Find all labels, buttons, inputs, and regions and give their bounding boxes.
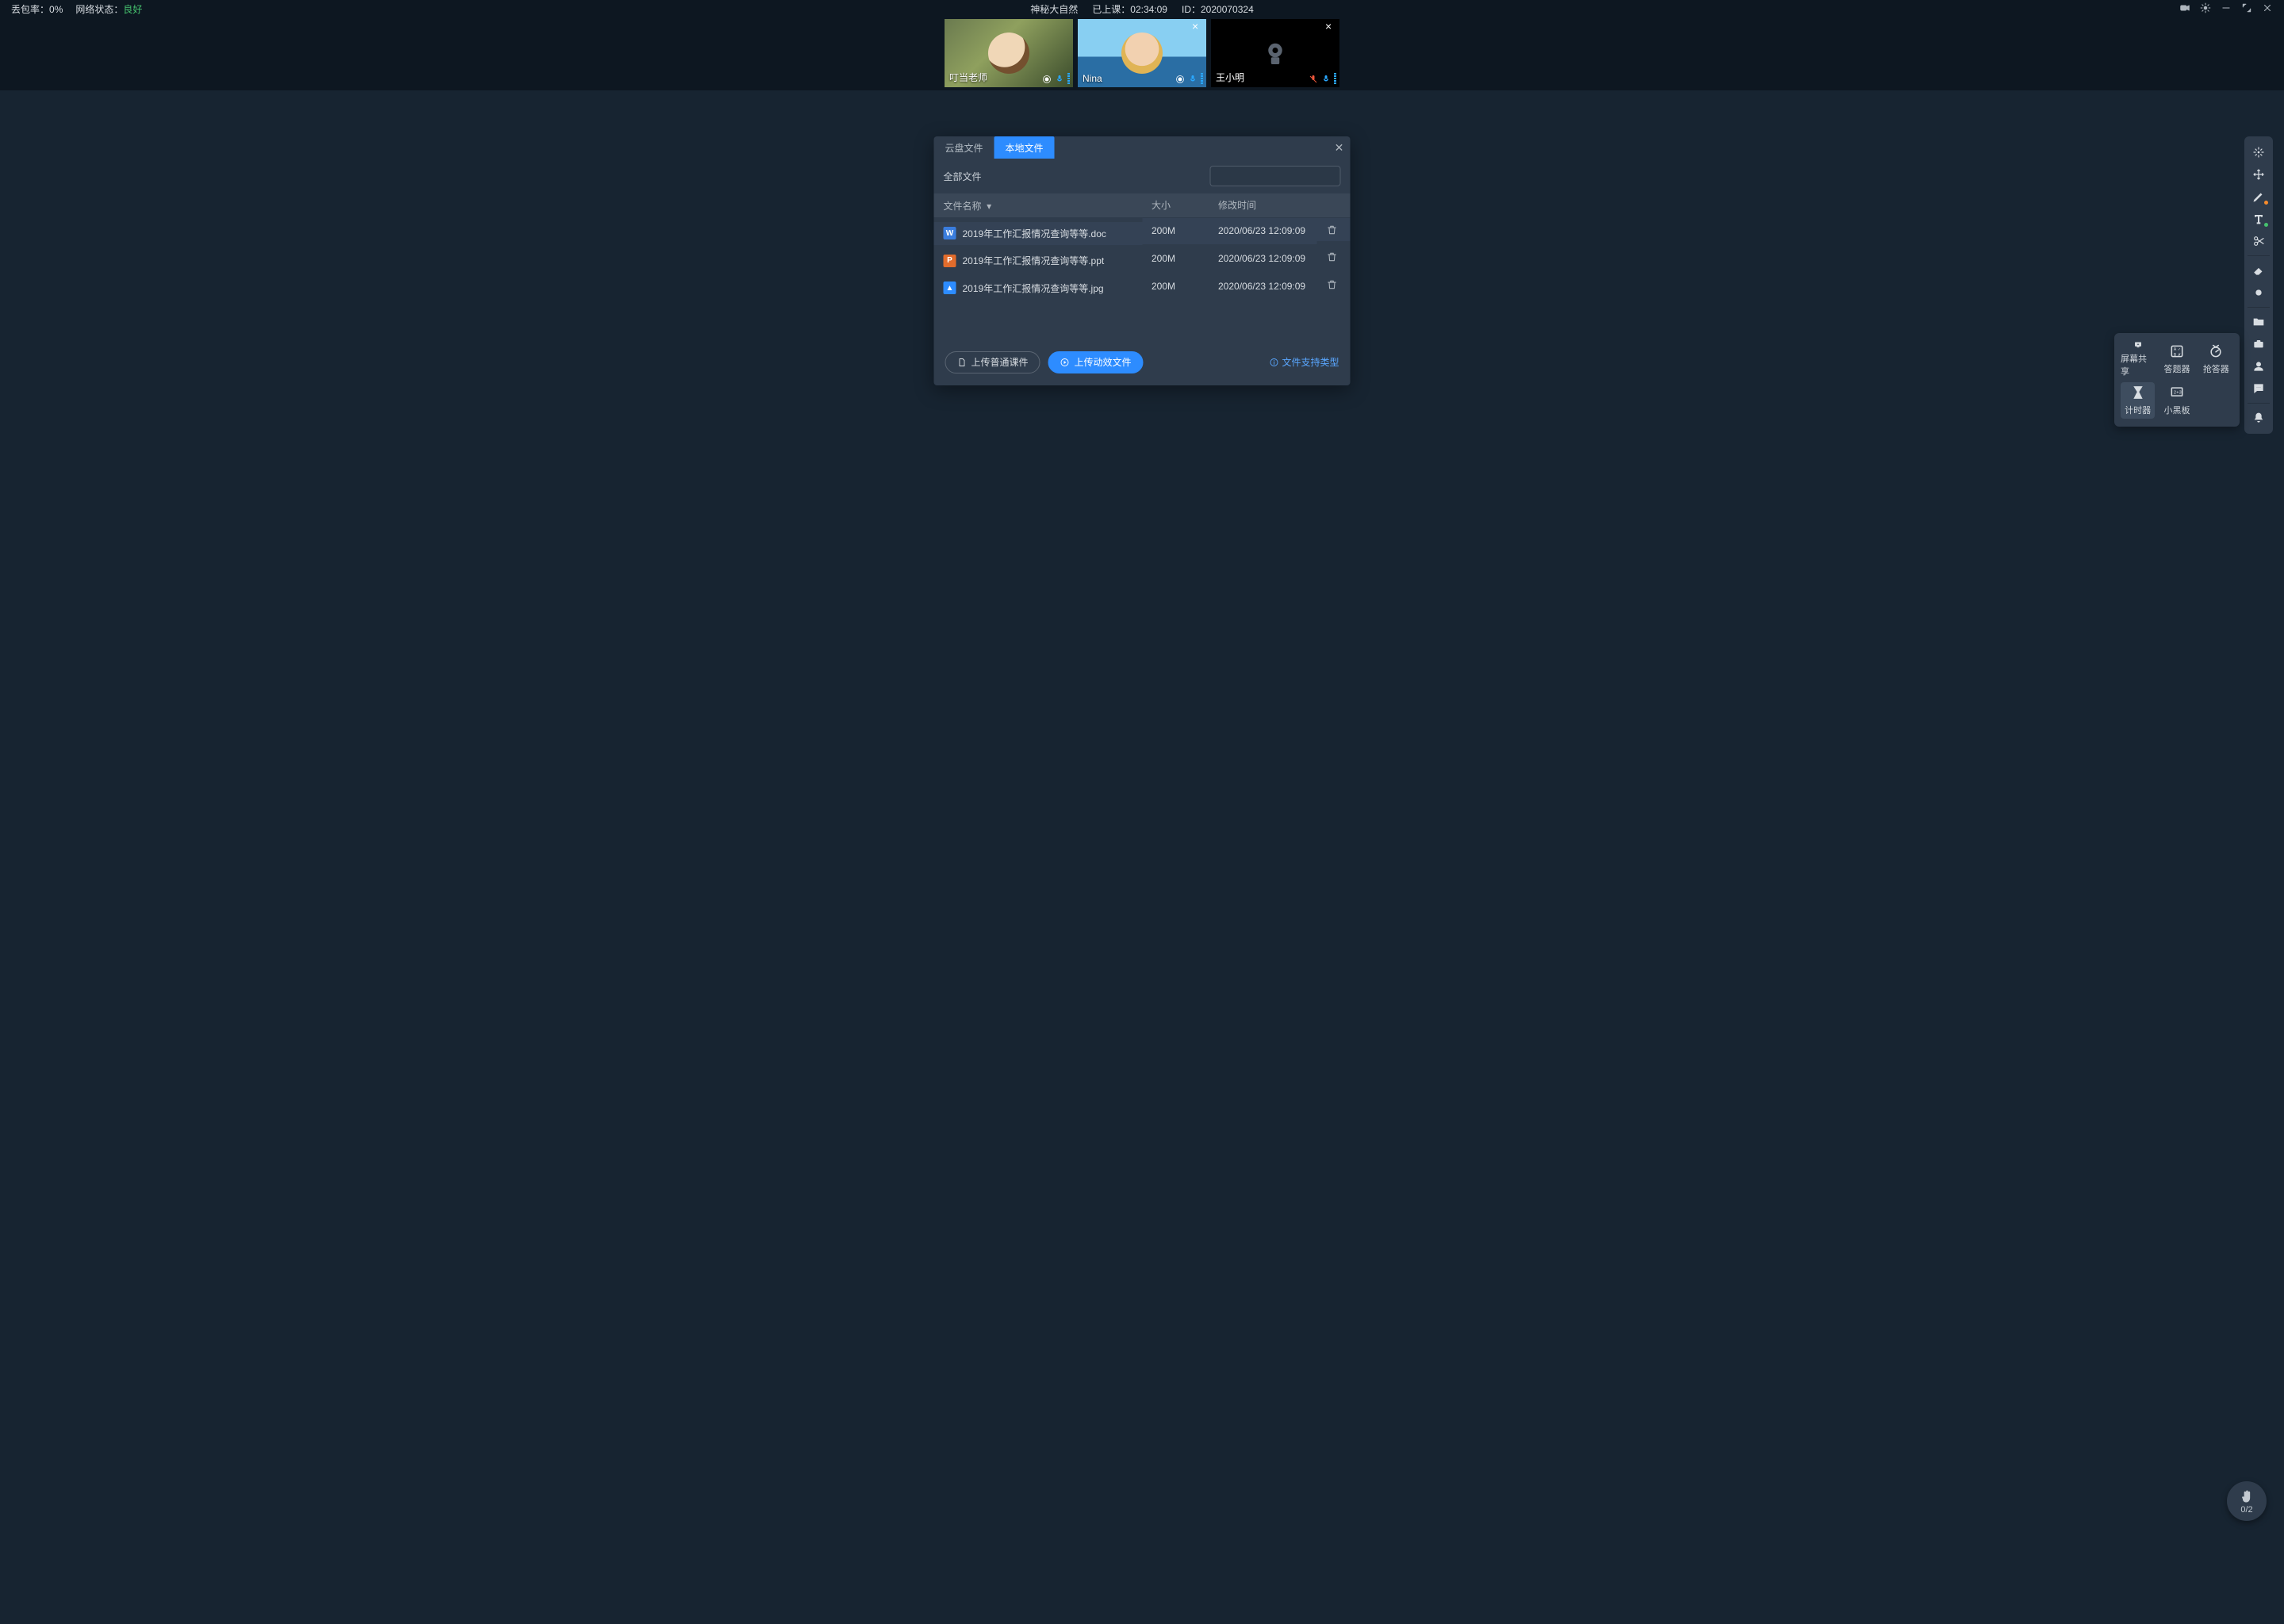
file-size: 200M xyxy=(1142,245,1209,273)
file-type-icon: W xyxy=(944,227,956,239)
file-row[interactable]: P 2019年工作汇报情况查询等等.ppt 200M 2020/06/23 12:… xyxy=(934,245,1351,273)
participant-name: 王小明 xyxy=(1216,71,1244,84)
svg-text:2+3: 2+3 xyxy=(2174,391,2182,396)
participant-tile[interactable]: × 王小明 xyxy=(1211,19,1339,87)
svg-text:A: A xyxy=(2174,347,2177,352)
file-mtime: 2020/06/23 12:09:09 xyxy=(1209,245,1317,273)
top-bar-center: 神秘大自然 已上课：02:34:09 ID：2020070324 xyxy=(1030,2,1254,16)
text-tool-icon[interactable] xyxy=(2248,208,2270,230)
network-status-label: 网络状态：良好 xyxy=(75,2,142,16)
close-window-icon[interactable] xyxy=(2262,2,2273,16)
loss-label: 丢包率：0% xyxy=(11,2,63,16)
recording-icon xyxy=(1042,75,1052,84)
minimize-icon[interactable] xyxy=(2221,2,2232,16)
course-title: 神秘大自然 xyxy=(1030,2,1078,16)
mini-board-tool[interactable]: 2+3 小黑板 xyxy=(2159,382,2194,419)
participant-tile[interactable]: × Nina xyxy=(1078,19,1206,87)
file-size: 200M xyxy=(1142,217,1209,245)
file-type-icon: P xyxy=(944,255,956,267)
timer-tool[interactable]: 计时器 xyxy=(2121,382,2155,419)
delete-file-icon[interactable] xyxy=(1317,272,1351,296)
participant-name: Nina xyxy=(1083,73,1102,84)
expand-icon[interactable] xyxy=(2241,2,2252,16)
recording-icon xyxy=(1175,75,1185,84)
scissors-icon[interactable] xyxy=(2248,230,2270,252)
file-row[interactable]: ▲ 2019年工作汇报情况查询等等.jpg 200M 2020/06/23 12:… xyxy=(934,272,1351,300)
file-row[interactable]: W 2019年工作汇报情况查询等等.doc 200M 2020/06/23 12:… xyxy=(934,217,1351,245)
color-badge xyxy=(2264,201,2268,205)
breadcrumb[interactable]: 全部文件 xyxy=(944,170,982,183)
info-icon xyxy=(1269,358,1278,367)
eraser-icon[interactable] xyxy=(2248,259,2270,282)
file-name: 2019年工作汇报情况查询等等.doc xyxy=(963,227,1106,240)
hand-raise-count: 0/2 xyxy=(2240,1505,2252,1515)
participant-indicators xyxy=(1309,73,1336,84)
file-type-icon: ▲ xyxy=(944,282,956,294)
volume-meter-icon xyxy=(1334,73,1336,84)
document-icon xyxy=(957,358,967,367)
elapsed-label: 已上课：02:34:09 xyxy=(1092,2,1167,16)
supported-types-link[interactable]: 文件支持类型 xyxy=(1269,355,1339,369)
tool-popup-panel: 屏幕共享 A✓B✗ 答题器 抢答器 计时器 2+3 小黑板 xyxy=(2114,333,2240,427)
participants-strip: 叮当老师 × Nina × 王小明 xyxy=(0,17,2284,90)
participants-list-icon[interactable] xyxy=(2248,355,2270,377)
svg-text:✓: ✓ xyxy=(2178,347,2181,352)
play-circle-icon xyxy=(1060,358,1070,367)
svg-text:✗: ✗ xyxy=(2178,353,2181,358)
participant-indicators xyxy=(1175,73,1203,84)
file-size: 200M xyxy=(1142,272,1209,300)
buzzer-tool[interactable]: 抢答器 xyxy=(2199,341,2233,377)
pen-tool-icon[interactable] xyxy=(2248,186,2270,208)
color-badge xyxy=(2264,223,2268,227)
close-participant-icon[interactable]: × xyxy=(1325,21,1336,32)
file-name: 2019年工作汇报情况查询等等.ppt xyxy=(963,254,1105,267)
volume-meter-icon xyxy=(1201,73,1203,84)
search-input-wrapper xyxy=(1210,166,1341,186)
dialog-close-icon[interactable]: ✕ xyxy=(1328,141,1351,155)
answer-board-tool[interactable]: A✓B✗ 答题器 xyxy=(2159,341,2194,377)
right-toolbar xyxy=(2244,136,2273,434)
tab-cloud-files[interactable]: 云盘文件 xyxy=(934,136,994,159)
hand-raise-badge[interactable]: 0/2 xyxy=(2227,1481,2267,1521)
toolbox-icon[interactable] xyxy=(2248,333,2270,355)
mic-icon xyxy=(1188,75,1198,84)
laser-pointer-icon[interactable] xyxy=(2248,141,2270,163)
top-bar: 丢包率：0% 网络状态：良好 神秘大自然 已上课：02:34:09 ID：202… xyxy=(0,0,2284,17)
close-participant-icon[interactable]: × xyxy=(1192,21,1203,32)
chat-icon[interactable] xyxy=(2248,377,2270,400)
settings-icon[interactable] xyxy=(2200,2,2211,16)
delete-file-icon[interactable] xyxy=(1317,217,1351,241)
move-tool-icon[interactable] xyxy=(2248,163,2270,186)
mic-icon xyxy=(1321,75,1331,84)
session-id: ID：2020070324 xyxy=(1182,2,1254,16)
participant-name: 叮当老师 xyxy=(949,71,987,84)
col-mtime[interactable]: 修改时间 xyxy=(1209,193,1317,217)
search-input[interactable] xyxy=(1222,170,1345,182)
participant-indicators xyxy=(1042,73,1070,84)
file-table: 文件名称 ▾ 大小 修改时间 W 2019年工作汇报情况查询等等.doc 200M… xyxy=(934,193,1351,300)
file-dialog-tabs: 云盘文件 本地文件 ✕ xyxy=(934,136,1351,159)
file-dialog: 云盘文件 本地文件 ✕ 全部文件 文件名称 ▾ 大小 修改时间 W 2019年工作… xyxy=(934,136,1351,385)
delete-file-icon[interactable] xyxy=(1317,245,1351,269)
col-size[interactable]: 大小 xyxy=(1142,193,1209,217)
mic-muted-icon xyxy=(1309,75,1318,84)
bell-icon[interactable] xyxy=(2248,407,2270,429)
camera-toggle-icon[interactable] xyxy=(2179,2,2190,16)
file-name: 2019年工作汇报情况查询等等.jpg xyxy=(963,282,1104,295)
participant-tile[interactable]: 叮当老师 xyxy=(945,19,1073,87)
upload-dynamic-button[interactable]: 上传动效文件 xyxy=(1048,351,1144,373)
folder-icon[interactable] xyxy=(2248,311,2270,333)
col-name[interactable]: 文件名称 ▾ xyxy=(934,193,1143,217)
file-mtime: 2020/06/23 12:09:09 xyxy=(1209,272,1317,300)
screen-share-tool[interactable]: 屏幕共享 xyxy=(2121,341,2155,377)
mic-icon xyxy=(1055,75,1064,84)
circle-shape-icon[interactable] xyxy=(2248,282,2270,304)
file-mtime: 2020/06/23 12:09:09 xyxy=(1209,217,1317,245)
upload-plain-button[interactable]: 上传普通课件 xyxy=(945,351,1040,373)
tab-local-files[interactable]: 本地文件 xyxy=(994,136,1055,159)
volume-meter-icon xyxy=(1067,73,1070,84)
